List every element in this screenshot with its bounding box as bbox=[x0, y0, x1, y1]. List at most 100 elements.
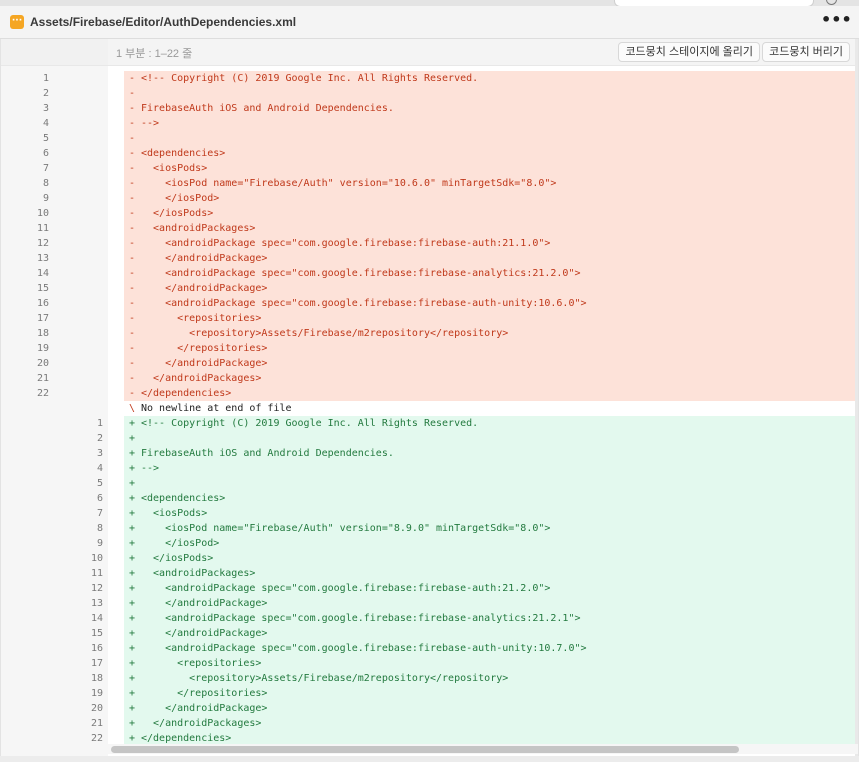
added-line: 4 + --> bbox=[1, 461, 858, 476]
line-content: </dependencies> bbox=[141, 733, 232, 744]
new-line-number: 6 bbox=[96, 493, 103, 504]
code-text: - <repositories> bbox=[124, 311, 858, 326]
code-text: + <dependencies> bbox=[124, 491, 858, 506]
deleted-line: 14 - <androidPackage spec="com.google.fir… bbox=[1, 266, 858, 281]
deleted-line: 3 - FirebaseAuth iOS and Android Dependenc… bbox=[1, 101, 858, 116]
deleted-line: 11 - <androidPackages> bbox=[1, 221, 858, 236]
new-line-number: 13 bbox=[90, 598, 103, 609]
code-text: + <iosPod name="Firebase/Auth" version="… bbox=[124, 521, 858, 536]
line-content: </iosPods> bbox=[141, 553, 214, 564]
diff-sign: - bbox=[129, 343, 136, 354]
new-line-number: 8 bbox=[96, 523, 103, 534]
code-text: + <androidPackage spec="com.google.fireb… bbox=[124, 581, 858, 596]
diff-sign: + bbox=[129, 688, 136, 699]
diff-sign: + bbox=[129, 718, 136, 729]
deleted-line: 1 - <!-- Copyright (C) 2019 Google Inc. Al… bbox=[1, 71, 858, 86]
line-content: FirebaseAuth iOS and Android Dependencie… bbox=[141, 448, 394, 459]
stage-hunk-button[interactable]: 코드뭉치 스테이지에 올리기 bbox=[618, 42, 760, 62]
code-text: + FirebaseAuth iOS and Android Dependenci… bbox=[124, 446, 858, 461]
line-content: --> bbox=[141, 463, 160, 474]
horizontal-scrollbar-thumb[interactable] bbox=[111, 746, 739, 753]
deleted-line: 15 - </androidPackage> bbox=[1, 281, 858, 296]
line-content: <iosPods> bbox=[141, 508, 208, 519]
code-text: - <dependencies> bbox=[124, 146, 858, 161]
discard-hunk-button[interactable]: 코드뭉치 버리기 bbox=[762, 42, 850, 62]
added-line: 2 + bbox=[1, 431, 858, 446]
added-line: 7 + <iosPods> bbox=[1, 506, 858, 521]
more-options-button[interactable]: ••• bbox=[821, 8, 852, 32]
deleted-line: 20 - </androidPackage> bbox=[1, 356, 858, 371]
line-content: FirebaseAuth iOS and Android Dependencie… bbox=[141, 103, 394, 114]
diff-sign: \ bbox=[129, 403, 136, 414]
code-text: - </dependencies> bbox=[124, 386, 858, 401]
line-content: <androidPackage spec="com.google.firebas… bbox=[141, 268, 581, 279]
code-text: - </androidPackages> bbox=[124, 371, 858, 386]
new-line-number: 7 bbox=[96, 508, 103, 519]
diff-panel: 1 부분 : 1–22 줄 코드뭉치 스테이지에 올리기 코드뭉치 버리기 1 -… bbox=[0, 39, 859, 756]
added-line: 15 + </androidPackage> bbox=[1, 626, 858, 641]
old-line-number: 15 bbox=[36, 283, 49, 294]
line-content: <!-- Copyright (C) 2019 Google Inc. All … bbox=[141, 418, 479, 429]
added-line: 18 + <repository>Assets/Firebase/m2reposi… bbox=[1, 671, 858, 686]
new-line-number: 1 bbox=[96, 418, 103, 429]
line-content: <androidPackage spec="com.google.firebas… bbox=[141, 583, 551, 594]
code-text: - <repository>Assets/Firebase/m2reposito… bbox=[124, 326, 858, 341]
code-text: + --> bbox=[124, 461, 858, 476]
added-line: 11 + <androidPackages> bbox=[1, 566, 858, 581]
new-line-number: 21 bbox=[90, 718, 103, 729]
added-line: 3 + FirebaseAuth iOS and Android Dependenc… bbox=[1, 446, 858, 461]
new-line-number: 9 bbox=[96, 538, 103, 549]
code-text: - <androidPackage spec="com.google.fireb… bbox=[124, 236, 858, 251]
diff-sign: + bbox=[129, 628, 136, 639]
diff-sign: - bbox=[129, 253, 136, 264]
code-text: + <androidPackage spec="com.google.fireb… bbox=[124, 611, 858, 626]
line-content: </androidPackages> bbox=[141, 718, 262, 729]
line-content: <dependencies> bbox=[141, 493, 226, 504]
line-content: <repository>Assets/Firebase/m2repository… bbox=[141, 673, 509, 684]
old-line-number: 17 bbox=[36, 313, 49, 324]
added-line: 12 + <androidPackage spec="com.google.fir… bbox=[1, 581, 858, 596]
deleted-line: 6 - <dependencies> bbox=[1, 146, 858, 161]
code-text: + </androidPackage> bbox=[124, 626, 858, 641]
deleted-line: 10 - </iosPods> bbox=[1, 206, 858, 221]
added-line: 21 + </androidPackages> bbox=[1, 716, 858, 731]
diff-sign: + bbox=[129, 583, 136, 594]
code-text: - </androidPackage> bbox=[124, 281, 858, 296]
added-line: 17 + <repositories> bbox=[1, 656, 858, 671]
new-line-number: 17 bbox=[90, 658, 103, 669]
line-content: <androidPackages> bbox=[141, 568, 256, 579]
diff-sign: - bbox=[129, 238, 136, 249]
code-text: - <androidPackages> bbox=[124, 221, 858, 236]
deleted-line: 4 - --> bbox=[1, 116, 858, 131]
old-line-number: 18 bbox=[36, 328, 49, 339]
code-text: - <androidPackage spec="com.google.fireb… bbox=[124, 296, 858, 311]
old-line-number: 16 bbox=[36, 298, 49, 309]
diff-sign: - bbox=[129, 178, 136, 189]
code-text: + </iosPods> bbox=[124, 551, 858, 566]
code-text: + <!-- Copyright (C) 2019 Google Inc. All… bbox=[124, 416, 858, 431]
code-text: \ No newline at end of file bbox=[124, 401, 858, 416]
line-content: <repositories> bbox=[141, 313, 262, 324]
old-line-number: 4 bbox=[42, 118, 49, 129]
old-line-number: 20 bbox=[36, 358, 49, 369]
old-line-number: 12 bbox=[36, 238, 49, 249]
code-text: + </repositories> bbox=[124, 686, 858, 701]
old-line-number: 14 bbox=[36, 268, 49, 279]
added-line: 5 + bbox=[1, 476, 858, 491]
hunk-range-label: 1 부분 : 1–22 줄 bbox=[116, 48, 193, 60]
diff-sign: - bbox=[129, 313, 136, 324]
diff-sign: - bbox=[129, 163, 136, 174]
code-text: - </iosPod> bbox=[124, 191, 858, 206]
line-content: <iosPod name="Firebase/Auth" version="8.… bbox=[141, 523, 551, 534]
xml-file-icon: ··· bbox=[10, 15, 24, 29]
deleted-line: 19 - </repositories> bbox=[1, 341, 858, 356]
line-content: <iosPods> bbox=[141, 163, 208, 174]
line-content: <androidPackage spec="com.google.firebas… bbox=[141, 238, 551, 249]
line-content: </iosPods> bbox=[141, 208, 214, 219]
old-line-number: 10 bbox=[36, 208, 49, 219]
added-line: 19 + </repositories> bbox=[1, 686, 858, 701]
diff-sign: - bbox=[129, 223, 136, 234]
deleted-line: 22 - </dependencies> bbox=[1, 386, 858, 401]
old-line-number: 9 bbox=[42, 193, 49, 204]
code-text: - <androidPackage spec="com.google.fireb… bbox=[124, 266, 858, 281]
